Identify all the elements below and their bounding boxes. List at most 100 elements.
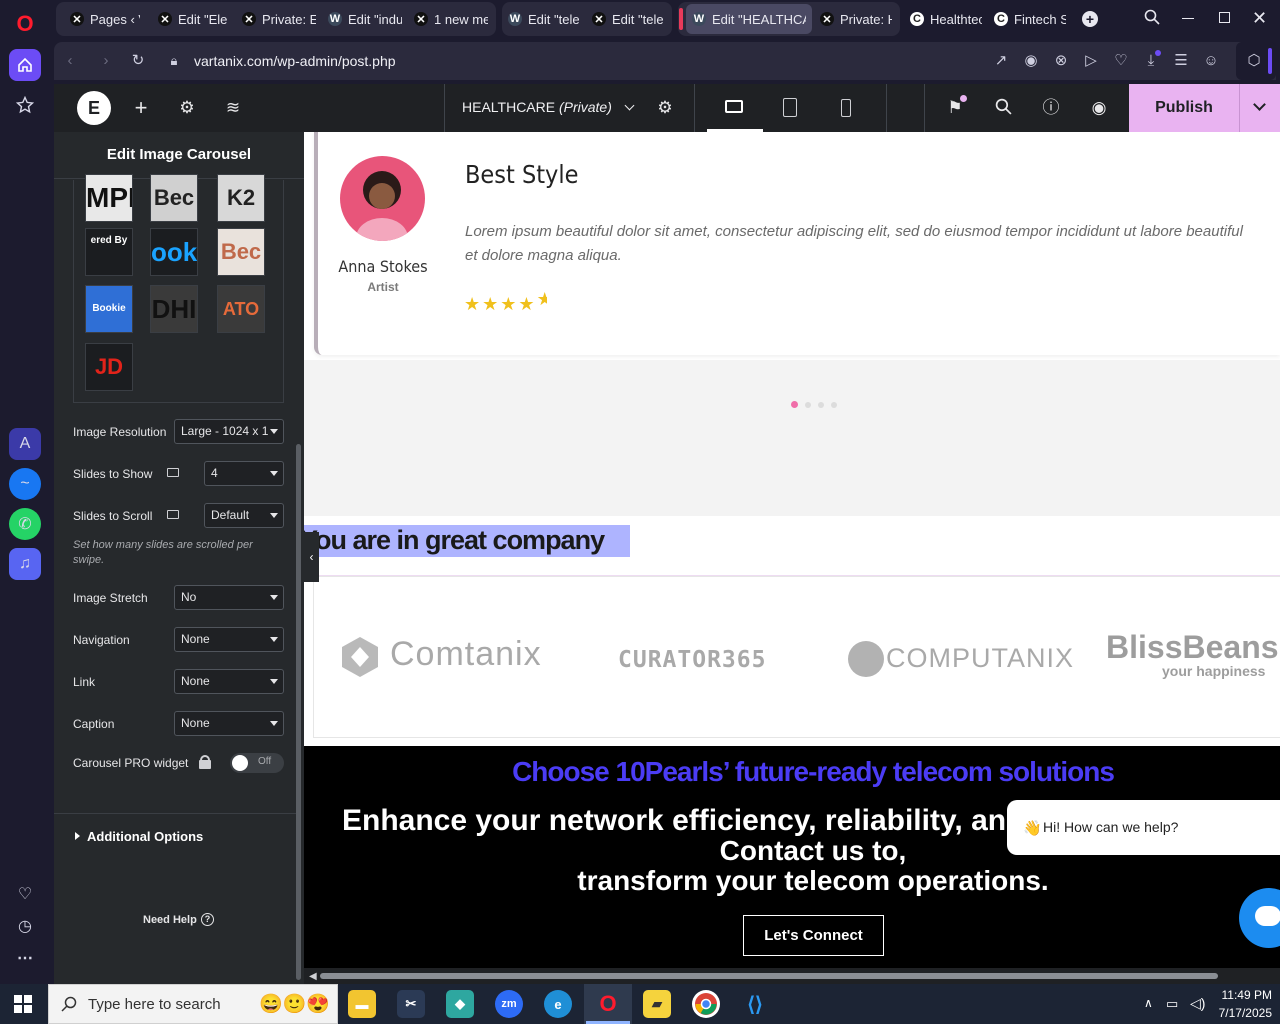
volume-icon[interactable]: ◁) bbox=[1190, 995, 1205, 1012]
snipping-tool-icon[interactable]: ✂ bbox=[397, 990, 425, 1018]
slides-to-scroll-select[interactable]: Default bbox=[204, 503, 284, 528]
finder-search-icon[interactable] bbox=[993, 98, 1013, 118]
tab[interactable]: ✕ Pages ‹ Va bbox=[64, 4, 146, 34]
gallery-thumbnail[interactable]: ATO bbox=[217, 285, 265, 333]
gallery-control[interactable]: MPL Bec K2 ered By ook Bec Bookie DHI AT… bbox=[73, 174, 284, 403]
tab[interactable]: ✕ Edit "teleco bbox=[586, 4, 670, 34]
flow-icon[interactable]: ▷ bbox=[1081, 51, 1101, 71]
tab[interactable]: C Healthtech bbox=[904, 4, 988, 34]
publish-button[interactable]: Publish bbox=[1129, 84, 1239, 132]
heart-icon[interactable]: ♡ bbox=[9, 878, 41, 910]
minimize-icon[interactable] bbox=[1182, 18, 1194, 19]
gallery-thumbnail[interactable]: Bec bbox=[217, 228, 265, 276]
speed-dial-icon[interactable] bbox=[9, 89, 41, 121]
navigation-select[interactable]: None bbox=[174, 627, 284, 652]
carousel-dot[interactable] bbox=[818, 402, 824, 408]
whatsapp-icon[interactable]: ✆ bbox=[9, 508, 41, 540]
chat-bubble[interactable]: 👋 Hi! How can we help? bbox=[1007, 800, 1280, 855]
publish-options-button[interactable] bbox=[1239, 84, 1280, 132]
forward-icon[interactable]: › bbox=[96, 51, 116, 71]
additional-options-section[interactable]: Additional Options bbox=[87, 829, 203, 844]
profile-icon[interactable]: ☺ bbox=[1201, 51, 1221, 71]
collapse-panel-icon[interactable]: ‹ bbox=[304, 532, 319, 582]
windows-start-icon[interactable] bbox=[14, 995, 32, 1013]
share-icon[interactable]: ↗ bbox=[991, 51, 1011, 71]
desktop-device-icon[interactable] bbox=[167, 510, 179, 519]
carousel-dot[interactable] bbox=[805, 402, 811, 408]
site-settings-icon[interactable]: ⚙︎ bbox=[177, 98, 197, 118]
carousel-dot-active[interactable] bbox=[791, 401, 798, 408]
app-icon[interactable]: ◆ bbox=[446, 990, 474, 1018]
extensions-icon[interactable]: ⬡ bbox=[1244, 51, 1264, 71]
caption-select[interactable]: None bbox=[174, 711, 284, 736]
structure-layers-icon[interactable]: ≋ bbox=[223, 98, 243, 118]
more-icon[interactable]: ⋯ bbox=[9, 942, 41, 974]
desktop-device-icon[interactable] bbox=[167, 468, 179, 477]
image-resolution-select[interactable]: Large - 1024 x 1 bbox=[174, 419, 284, 444]
favorite-icon[interactable]: ♡ bbox=[1111, 51, 1131, 71]
gallery-thumbnail[interactable]: DHI bbox=[150, 285, 198, 333]
link-select[interactable]: None bbox=[174, 669, 284, 694]
scroll-left-icon[interactable]: ◀ bbox=[309, 971, 317, 982]
lock-icon[interactable]: 🔒︎ bbox=[164, 51, 184, 71]
clock-time[interactable]: 11:49 PM bbox=[1208, 988, 1272, 1002]
panel-scrollbar[interactable] bbox=[296, 444, 301, 980]
history-icon[interactable]: ◷ bbox=[9, 910, 41, 942]
horizontal-scrollbar[interactable]: ◀ bbox=[304, 968, 1280, 984]
desktop-view-icon[interactable] bbox=[725, 100, 743, 113]
tab[interactable]: ✕ 1 new mes bbox=[408, 4, 494, 34]
music-player-icon[interactable]: ♫ bbox=[9, 548, 41, 580]
tab-active[interactable]: W Edit "HEALTHCARE bbox=[686, 4, 812, 34]
gallery-thumbnail[interactable]: MPL bbox=[85, 174, 133, 222]
tab[interactable]: ✕ Private: Ele bbox=[236, 4, 322, 34]
clock-date[interactable]: 7/17/2025 bbox=[1208, 1006, 1272, 1020]
scrollbar-thumb[interactable] bbox=[320, 973, 1218, 979]
adblock-icon[interactable]: ⊗ bbox=[1051, 51, 1071, 71]
mobile-view-icon[interactable] bbox=[841, 99, 851, 117]
gallery-thumbnail[interactable]: ered By bbox=[85, 228, 133, 276]
page-settings-icon[interactable]: ⚙︎ bbox=[655, 98, 675, 118]
elementor-logo-icon[interactable]: E bbox=[77, 91, 111, 125]
document-title[interactable]: HEALTHCARE (Private) bbox=[462, 99, 635, 115]
taskbar-search-box[interactable]: Type here to search 😄🙂😍 bbox=[48, 984, 338, 1024]
image-stretch-select[interactable]: No bbox=[174, 585, 284, 610]
new-tab-icon[interactable]: + bbox=[1082, 11, 1098, 27]
search-tabs-icon[interactable] bbox=[1144, 9, 1160, 30]
tab[interactable]: ✕ Private: HE bbox=[814, 4, 898, 34]
logo-carousel[interactable]: Comtanix CURATOR365 COMPUTANIX BlissBean… bbox=[313, 576, 1280, 738]
need-help-link[interactable]: Need Help bbox=[143, 914, 197, 926]
easy-setup-icon[interactable]: ☰ bbox=[1171, 51, 1191, 71]
restore-icon[interactable] bbox=[1219, 12, 1230, 23]
lets-connect-button[interactable]: Let's Connect bbox=[743, 915, 884, 956]
chrome-icon[interactable] bbox=[692, 990, 720, 1018]
file-explorer-icon[interactable]: ▬ bbox=[348, 990, 376, 1018]
carousel-dot[interactable] bbox=[831, 402, 837, 408]
close-window-icon[interactable]: ✕ bbox=[1252, 8, 1267, 29]
reload-icon[interactable]: ↻ bbox=[128, 51, 148, 71]
gallery-thumbnail[interactable]: ook bbox=[150, 228, 198, 276]
gallery-thumbnail[interactable]: K2 bbox=[217, 174, 265, 222]
aria-icon[interactable]: A bbox=[9, 428, 41, 460]
messenger-icon[interactable]: ~ bbox=[9, 468, 41, 500]
tablet-view-icon[interactable] bbox=[783, 98, 797, 117]
tab[interactable]: ✕ Edit "Elem bbox=[152, 4, 234, 34]
network-icon[interactable]: ▭ bbox=[1166, 996, 1178, 1012]
home-icon[interactable] bbox=[9, 49, 41, 81]
sticky-notes-icon[interactable]: ▰ bbox=[643, 990, 671, 1018]
tab[interactable]: W Edit "teleco bbox=[502, 4, 586, 34]
add-element-icon[interactable]: + bbox=[131, 97, 151, 119]
camera-icon[interactable]: ◉ bbox=[1021, 51, 1041, 71]
back-icon[interactable]: ‹ bbox=[60, 51, 80, 71]
show-hidden-icons-icon[interactable]: ∧ bbox=[1144, 996, 1153, 1010]
gallery-thumbnail[interactable]: Bec bbox=[150, 174, 198, 222]
gallery-thumbnail[interactable]: Bookie bbox=[85, 285, 133, 333]
zoom-icon[interactable]: zm bbox=[495, 990, 523, 1018]
help-icon[interactable]: ⓘ bbox=[1041, 98, 1061, 118]
preview-eye-icon[interactable]: ◉ bbox=[1089, 98, 1109, 118]
url-field[interactable]: vartanix.com/wp-admin/post.php bbox=[194, 53, 396, 69]
company-heading[interactable]: You are in great company bbox=[304, 525, 605, 556]
opera-icon[interactable]: O bbox=[594, 990, 622, 1018]
slides-to-show-select[interactable]: 4 bbox=[204, 461, 284, 486]
vscode-icon[interactable]: ⟨⟩ bbox=[741, 990, 769, 1018]
gallery-thumbnail[interactable]: JD bbox=[85, 343, 133, 391]
